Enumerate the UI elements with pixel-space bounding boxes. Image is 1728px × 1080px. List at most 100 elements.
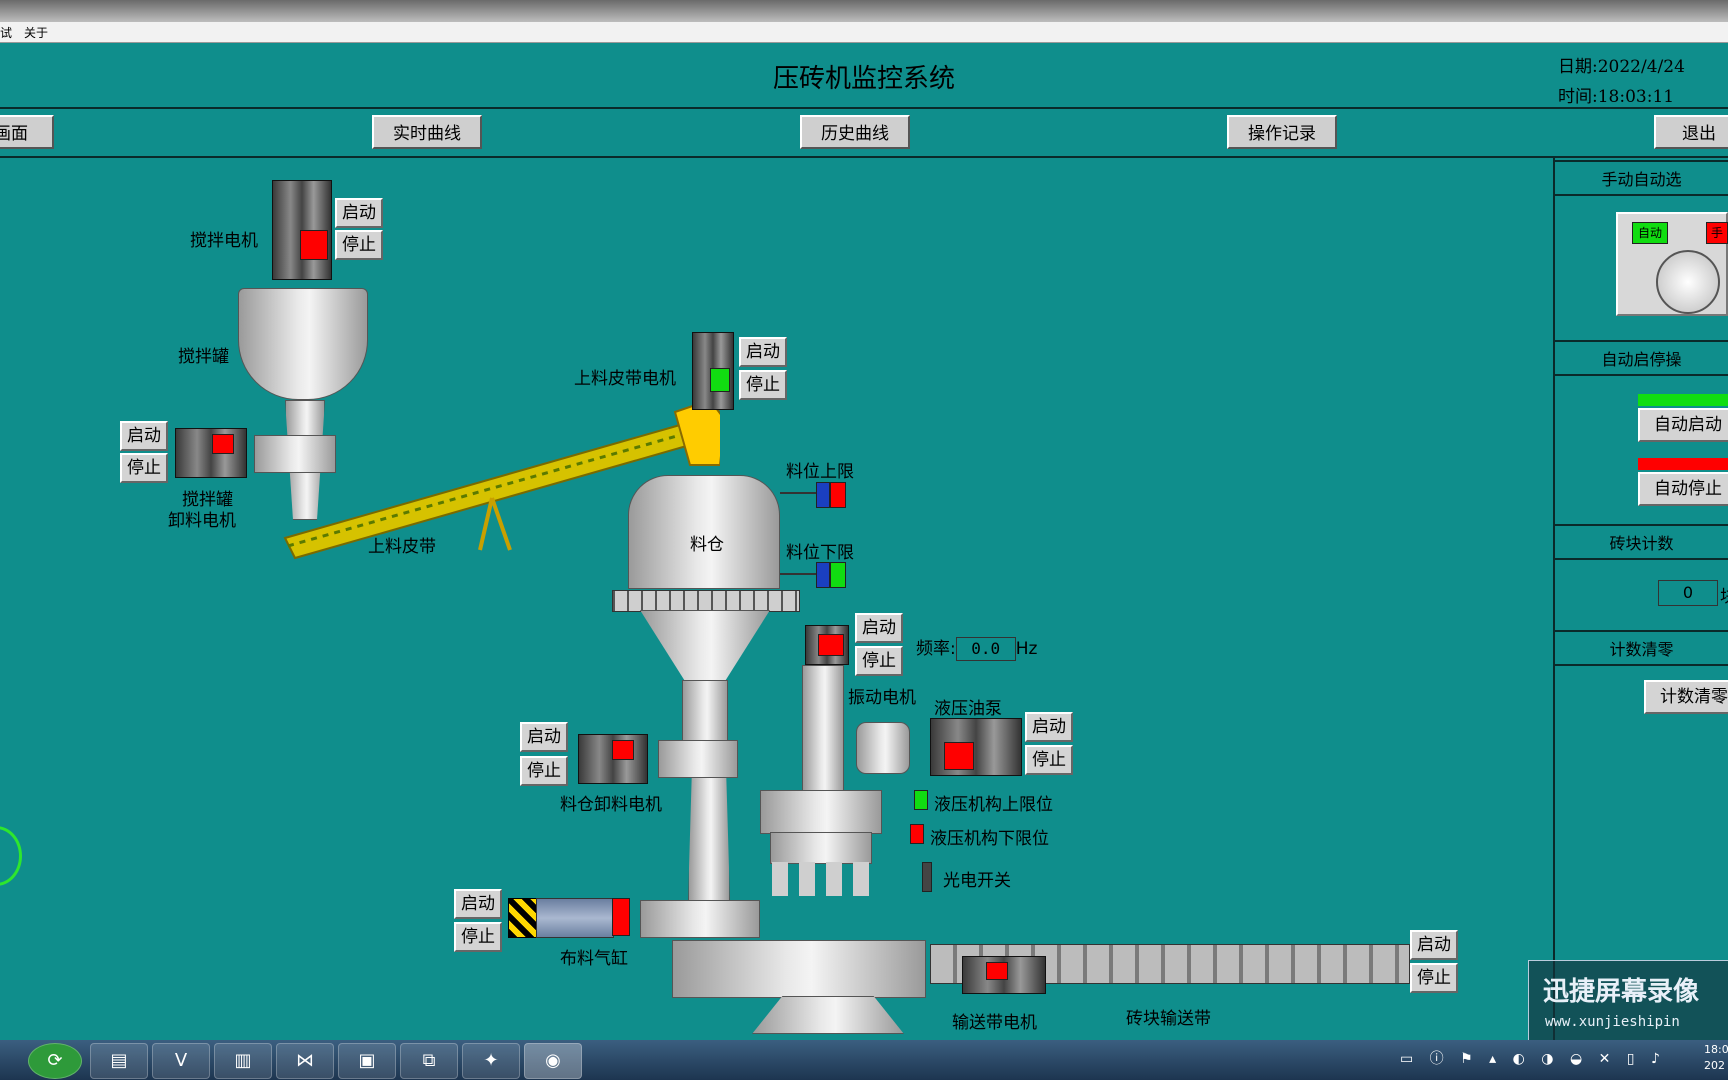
cylinder-rod xyxy=(640,900,760,938)
tray-clock-time: 18:0 xyxy=(1704,1043,1728,1056)
vibration-motor-status xyxy=(818,634,844,656)
press-head xyxy=(760,790,882,834)
mixer-discharge-motor-status xyxy=(212,434,234,454)
auto-stop-status-bar xyxy=(1638,458,1728,470)
hydraulic-lower-limit-label: 液压机构下限位 xyxy=(930,829,1049,849)
cylinder-body xyxy=(536,898,614,938)
lower-limit-rod xyxy=(780,573,820,575)
silo-neck xyxy=(682,680,728,742)
upper-limit-sensor xyxy=(816,482,830,508)
upper-limit-rod xyxy=(780,492,820,494)
silo-lower-limit-status xyxy=(830,562,846,588)
press-mould xyxy=(770,832,872,864)
hydraulic-pump-start-button[interactable]: 启动 xyxy=(1025,712,1073,742)
count-clear-button[interactable]: 计数清零 xyxy=(1644,680,1728,714)
scada-runtime-icon[interactable]: ◉ xyxy=(524,1043,582,1079)
silo-discharge-motor-label: 料仓卸料电机 xyxy=(560,795,662,815)
mode-select-header: 手动自动选 xyxy=(1555,160,1728,196)
hydraulic-pump-label: 液压油泵 xyxy=(934,699,1002,719)
hydraulic-pump-status xyxy=(944,742,974,770)
silo-support xyxy=(612,590,800,612)
date-value: 2022/4/24 xyxy=(1597,57,1685,77)
tray-clock-date: 202 xyxy=(1704,1059,1725,1072)
hydraulic-upper-limit-status xyxy=(914,790,928,810)
cylinder-end-cap xyxy=(508,898,538,938)
photo-switch-sensor xyxy=(922,862,932,892)
vibration-motor-label: 振动电机 xyxy=(848,688,916,708)
watermark: 迅捷屏幕录像 www.xunjieshipin xyxy=(1528,960,1728,1042)
silo-discharge-stop-button[interactable]: 停止 xyxy=(520,756,568,786)
auto-ops-header: 自动启停操 xyxy=(1555,340,1728,376)
nav-history-curve-button[interactable]: 历史曲线 xyxy=(800,115,910,149)
system-tray: ▭ ⓘ ⚑ ▴ ◐ ◑ ◒ ✕ ▯ ♪ xyxy=(1400,1051,1666,1067)
brick-count-value: 0 xyxy=(1658,580,1718,606)
app-icon[interactable]: ✦ xyxy=(462,1043,520,1079)
hydraulic-pump-coupling xyxy=(856,722,910,774)
conveyor-start-button[interactable]: 启动 xyxy=(1410,930,1458,960)
conveyor-motor-status xyxy=(986,962,1008,980)
silo-upper-limit-label: 料位上限 xyxy=(786,462,854,482)
menu-item-test[interactable]: 试 xyxy=(0,24,12,41)
nav-realtime-curve-button[interactable]: 实时曲线 xyxy=(372,115,482,149)
silo-label: 料仓 xyxy=(690,535,724,555)
file-explorer-icon[interactable]: ▤ xyxy=(90,1043,148,1079)
cylinder-stop-button[interactable]: 停止 xyxy=(454,922,502,952)
picture-icon[interactable]: ▣ xyxy=(338,1043,396,1079)
auto-start-button[interactable]: 自动启动 xyxy=(1638,408,1728,442)
visio-icon[interactable]: V xyxy=(152,1043,210,1079)
belt-motor-start-button[interactable]: 启动 xyxy=(739,337,787,367)
date-label: 日期: xyxy=(1558,57,1598,77)
silo-discharge-valve xyxy=(658,740,738,778)
conveyor-stop-button[interactable]: 停止 xyxy=(1410,963,1458,993)
manual-mode-indicator: 手 xyxy=(1706,222,1728,244)
mixer-motor-start-button[interactable]: 启动 xyxy=(335,198,383,228)
date-display: 日期:2022/4/24 xyxy=(1558,52,1685,77)
auto-stop-button[interactable]: 自动停止 xyxy=(1638,472,1728,506)
time-display: 时间:18:03:11 xyxy=(1558,82,1674,107)
nav-exit-button[interactable]: 退出 xyxy=(1654,115,1728,149)
silo-outlet-pipe xyxy=(688,760,730,902)
belt-motor-status xyxy=(710,368,730,392)
lower-limit-sensor xyxy=(816,562,830,588)
mixer-motor-status xyxy=(300,230,328,260)
mode-selector-knob[interactable] xyxy=(1656,250,1720,314)
auto-mode-indicator: 自动 xyxy=(1632,222,1668,244)
mixer-discharge-stop-button[interactable]: 停止 xyxy=(120,453,168,483)
hydraulic-lower-limit-status xyxy=(910,824,924,844)
silo-upper-limit-status xyxy=(830,482,846,508)
count-clear-header: 计数清零 xyxy=(1555,630,1728,666)
title-bar xyxy=(0,0,1728,22)
cylinder-label: 布料气缸 xyxy=(560,949,628,969)
time-label: 时间: xyxy=(1558,87,1598,107)
mixer-discharge-motor-label-2: 卸料电机 xyxy=(168,511,236,531)
belt-motor-label: 上料皮带电机 xyxy=(574,369,676,389)
silo-discharge-start-button[interactable]: 启动 xyxy=(520,722,568,752)
pdf-icon[interactable]: ⧉ xyxy=(400,1043,458,1079)
cylinder-start-button[interactable]: 启动 xyxy=(454,889,502,919)
vibration-motor-start-button[interactable]: 启动 xyxy=(855,613,903,643)
silo-discharge-motor-status xyxy=(612,740,634,760)
press-base xyxy=(672,940,926,998)
menu-item-about[interactable]: 关于 xyxy=(24,24,48,41)
vibration-motor-stop-button[interactable]: 停止 xyxy=(855,646,903,676)
frequency-label: 频率: xyxy=(916,639,956,659)
nav-main-screen-button[interactable]: 画面 xyxy=(0,115,54,149)
belt-motor-stop-button[interactable]: 停止 xyxy=(739,370,787,400)
mixer-discharge-start-button[interactable]: 启动 xyxy=(120,421,168,451)
press-base-stand xyxy=(752,996,904,1034)
frequency-readout: 频率: 0.0 Hz xyxy=(916,634,1037,661)
start-orb-icon[interactable]: ⟳ xyxy=(28,1043,82,1079)
mixer-motor-label: 搅拌电机 xyxy=(190,231,258,251)
watermark-line1: 迅捷屏幕录像 xyxy=(1543,977,1700,1007)
auto-start-status-bar xyxy=(1638,394,1728,406)
book-icon[interactable]: ▥ xyxy=(214,1043,272,1079)
silo-lower-limit-label: 料位下限 xyxy=(786,543,854,563)
watermark-line2: www.xunjieshipin xyxy=(1545,1014,1680,1030)
brick-count-header: 砖块计数 xyxy=(1555,524,1728,560)
brick-count-unit: 块 xyxy=(1720,582,1728,607)
feed-belt-label: 上料皮带 xyxy=(368,537,436,557)
hydraulic-pump-stop-button[interactable]: 停止 xyxy=(1025,745,1073,775)
valve-icon[interactable]: ⋈ xyxy=(276,1043,334,1079)
nav-operation-log-button[interactable]: 操作记录 xyxy=(1227,115,1337,149)
mixer-motor-stop-button[interactable]: 停止 xyxy=(335,230,383,260)
